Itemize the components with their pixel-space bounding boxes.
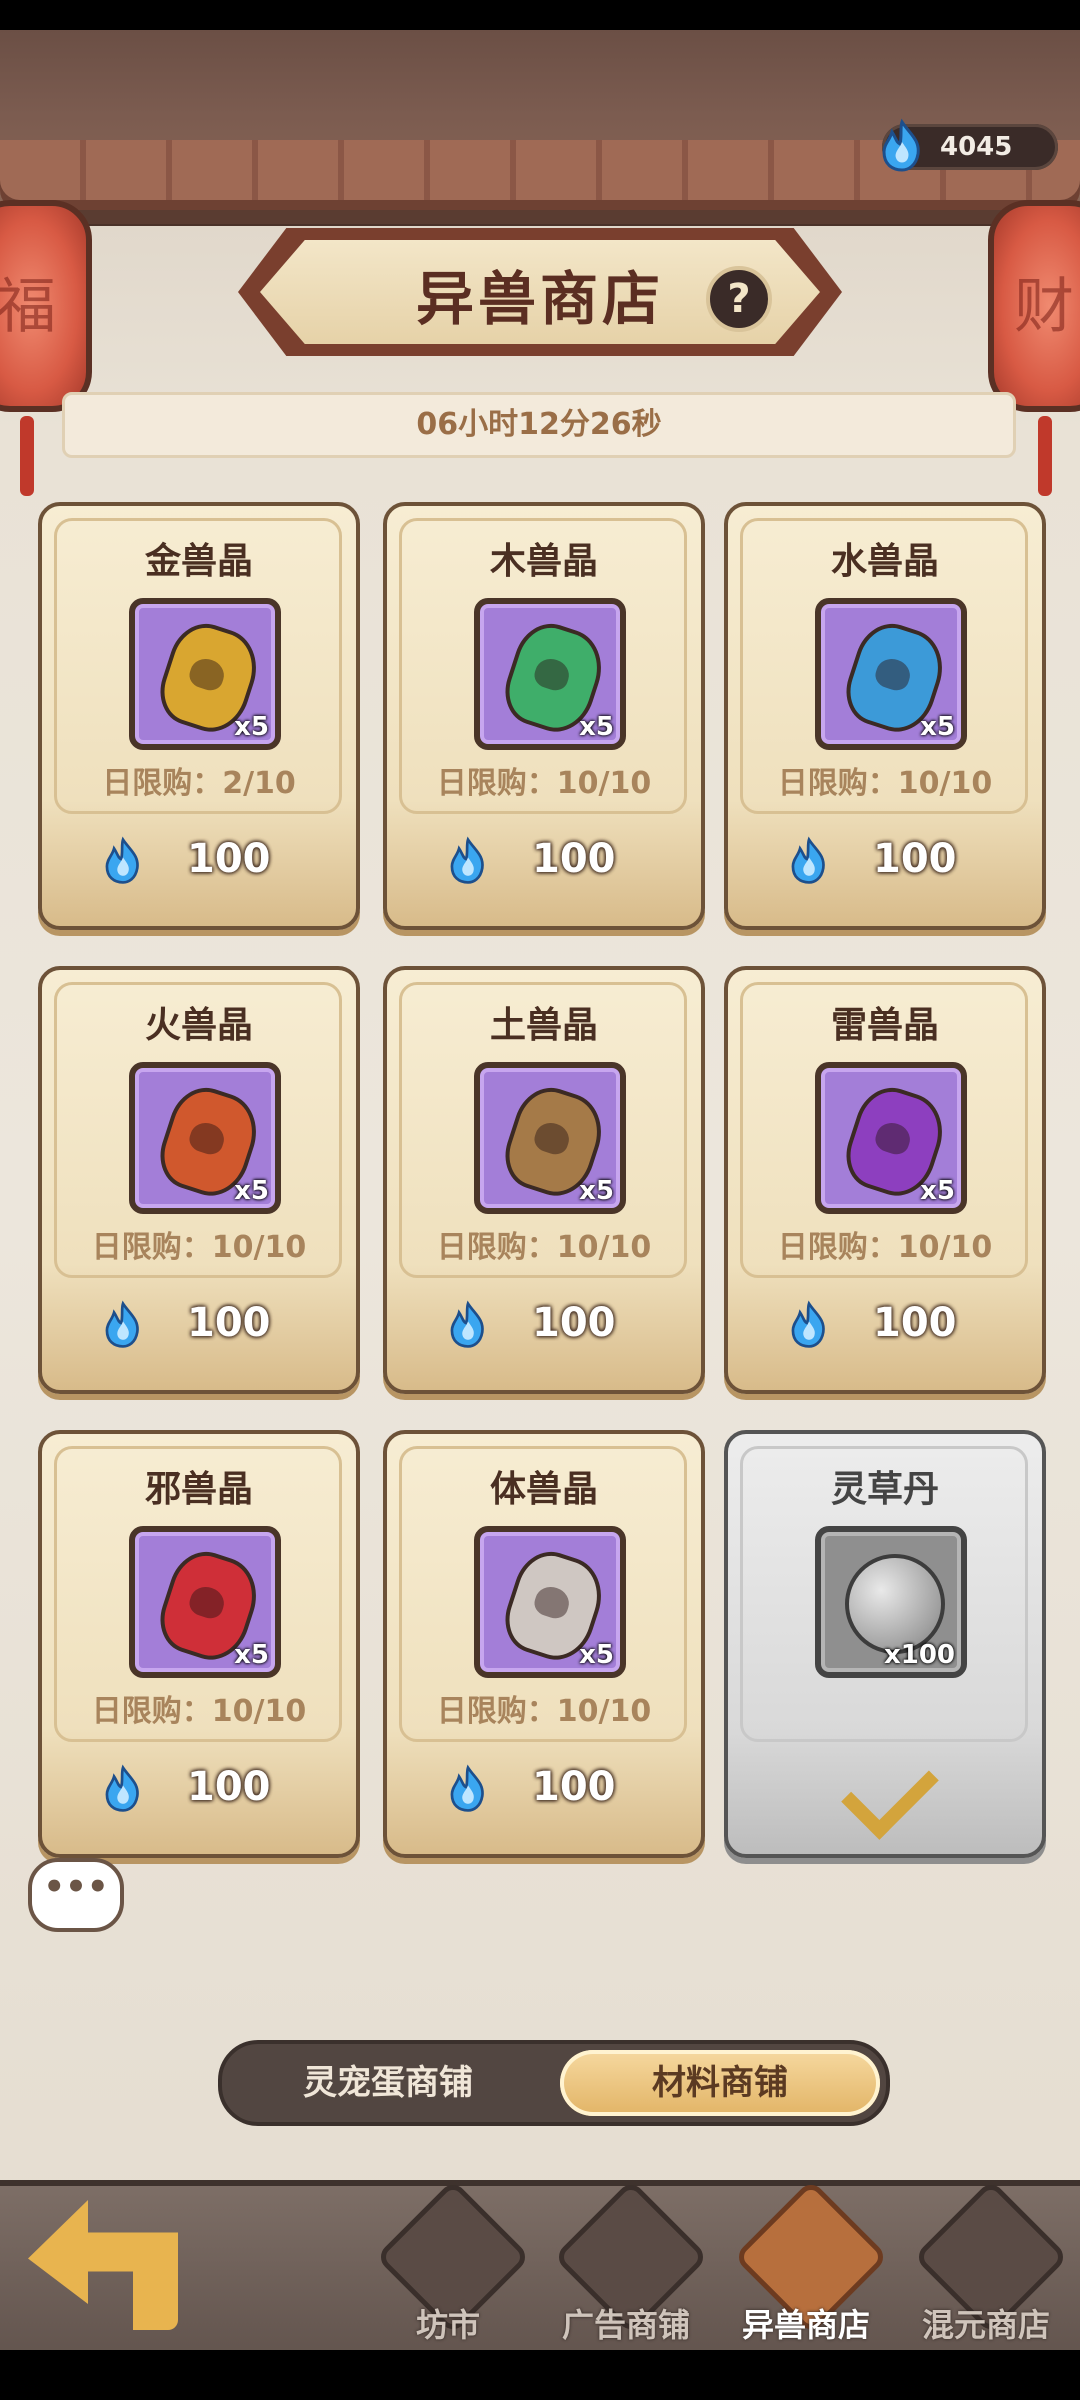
item-name: 邪兽晶 — [144, 1469, 253, 1510]
shop-item-card[interactable]: 金兽晶 x5 日限购：2/10 100 — [38, 502, 360, 930]
page-title: 异兽商店 — [415, 265, 664, 333]
item-quantity: x5 — [920, 712, 955, 742]
status-bar — [0, 0, 1080, 30]
lantern-left: 福 — [0, 200, 92, 496]
daily-limit: 日限购：10/10 — [436, 1694, 652, 1729]
price-button[interactable]: 100 — [728, 826, 1042, 896]
item-icon-box: x5 — [474, 598, 626, 750]
item-quantity: x5 — [579, 712, 614, 742]
blue-flame-icon — [105, 1764, 139, 1812]
item-name: 木兽晶 — [489, 541, 598, 582]
item-quantity: x5 — [579, 1176, 614, 1206]
item-price: 100 — [873, 836, 957, 882]
daily-limit: 日限购：10/10 — [777, 1230, 993, 1265]
item-icon-box: x5 — [815, 1062, 967, 1214]
item-quantity: x5 — [234, 1640, 269, 1670]
shop-tab-switch: 灵宠蛋商铺 材料商铺 — [218, 2040, 890, 2126]
item-price: 100 — [873, 1300, 957, 1346]
item-icon-box: x5 — [129, 598, 281, 750]
item-name: 雷兽晶 — [830, 1005, 939, 1046]
system-nav-bar — [0, 2350, 1080, 2400]
item-price: 100 — [532, 836, 616, 882]
lantern-left-glyph: 福 — [0, 272, 56, 342]
item-icon-box: x5 — [129, 1062, 281, 1214]
question-icon[interactable]: ? — [706, 266, 772, 332]
daily-limit: 日限购：2/10 — [102, 766, 296, 801]
daily-limit: 日限购：10/10 — [91, 1694, 307, 1729]
price-button[interactable]: 100 — [387, 1290, 701, 1360]
shop-item-card[interactable]: 水兽晶 x5 日限购：10/10 100 — [724, 502, 1046, 930]
item-quantity: x5 — [234, 712, 269, 742]
nav-beast-shop[interactable]: 异兽商店 — [726, 2179, 889, 2350]
shop-item-card[interactable]: 体兽晶 x5 日限购：10/10 100 — [383, 1430, 705, 1858]
item-name: 金兽晶 — [144, 541, 253, 582]
item-quantity: x100 — [883, 1640, 955, 1670]
blue-flame-icon — [105, 836, 139, 884]
item-icon-box: x5 — [129, 1526, 281, 1678]
item-quantity: x5 — [920, 1176, 955, 1206]
item-price: 100 — [187, 1300, 271, 1346]
blue-flame-icon — [791, 836, 825, 884]
shop-item-card[interactable]: 木兽晶 x5 日限购：10/10 100 — [383, 502, 705, 930]
lantern-right-glyph: 财 — [1014, 272, 1074, 342]
price-button[interactable]: 100 — [42, 1290, 356, 1360]
currency-amount: 4045 — [940, 132, 1013, 162]
item-icon-box: x5 — [474, 1526, 626, 1678]
item-price: 100 — [532, 1764, 616, 1810]
blue-flame-icon — [450, 1764, 484, 1812]
blue-flame-icon — [450, 836, 484, 884]
lantern-right: 财 — [988, 200, 1080, 496]
price-button[interactable]: 100 — [728, 1290, 1042, 1360]
herb-pill-icon — [845, 1554, 945, 1654]
blue-flame-icon — [450, 1300, 484, 1348]
item-name: 灵草丹 — [830, 1469, 939, 1510]
lantern-tassel — [20, 416, 34, 496]
roof-beam — [0, 210, 1080, 224]
shop-item-card[interactable]: 邪兽晶 x5 日限购：10/10 100 — [38, 1430, 360, 1858]
item-price: 100 — [532, 1300, 616, 1346]
daily-limit: 日限购：10/10 — [436, 1230, 652, 1265]
daily-limit: 日限购：10/10 — [91, 1230, 307, 1265]
daily-limit: 日限购：10/10 — [436, 766, 652, 801]
checkmark-icon — [841, 1742, 939, 1840]
item-quantity: x5 — [234, 1176, 269, 1206]
item-icon-box: x5 — [474, 1062, 626, 1214]
blue-flame-icon — [791, 1300, 825, 1348]
shop-screen: 福 财 4045 异兽商店 ? 06小时12分26秒 金兽晶 x5 日限购：2/… — [0, 0, 1080, 2400]
nav-label: 混元商店 — [921, 2306, 1050, 2344]
nav-label: 异兽商店 — [741, 2306, 870, 2344]
item-quantity: x5 — [579, 1640, 614, 1670]
price-button[interactable]: 100 — [387, 1754, 701, 1824]
item-icon-box: x5 — [815, 598, 967, 750]
item-price: 100 — [187, 836, 271, 882]
price-button[interactable]: 100 — [42, 826, 356, 896]
price-button[interactable]: 100 — [42, 1754, 356, 1824]
shop-item-card[interactable]: 火兽晶 x5 日限购：10/10 100 — [38, 966, 360, 1394]
currency-display[interactable]: 4045 — [882, 118, 1058, 172]
item-name: 土兽晶 — [489, 1005, 598, 1046]
daily-limit: 日限购：10/10 — [777, 766, 993, 801]
blue-flame-icon — [882, 118, 920, 172]
shop-item-card-sold-out[interactable]: 灵草丹 x100 — [724, 1430, 1046, 1858]
nav-hunyuan-shop[interactable]: 混元商店 — [906, 2179, 1069, 2350]
blue-flame-icon — [105, 1300, 139, 1348]
item-icon-box: x100 — [815, 1526, 967, 1678]
item-name: 体兽晶 — [489, 1469, 598, 1510]
tab-material-shop[interactable]: 材料商铺 — [560, 2050, 880, 2116]
shop-item-card[interactable]: 雷兽晶 x5 日限购：10/10 100 — [724, 966, 1046, 1394]
nav-label: 坊市 — [415, 2306, 480, 2344]
nav-market[interactable]: 坊市 — [368, 2179, 531, 2350]
nav-label: 广告商铺 — [561, 2306, 690, 2344]
item-price: 100 — [187, 1764, 271, 1810]
refresh-timer: 06小时12分26秒 — [62, 392, 1016, 458]
tab-pet-egg-shop[interactable]: 灵宠蛋商铺 — [228, 2050, 548, 2116]
lantern-tassel — [1038, 416, 1052, 496]
nav-ad-shop[interactable]: 广告商铺 — [546, 2179, 709, 2350]
item-name: 火兽晶 — [144, 1005, 253, 1046]
shop-item-card[interactable]: 土兽晶 x5 日限购：10/10 100 — [383, 966, 705, 1394]
chat-bubble-button[interactable]: ••• — [28, 1858, 124, 1932]
item-name: 水兽晶 — [830, 541, 939, 582]
price-button[interactable]: 100 — [387, 826, 701, 896]
